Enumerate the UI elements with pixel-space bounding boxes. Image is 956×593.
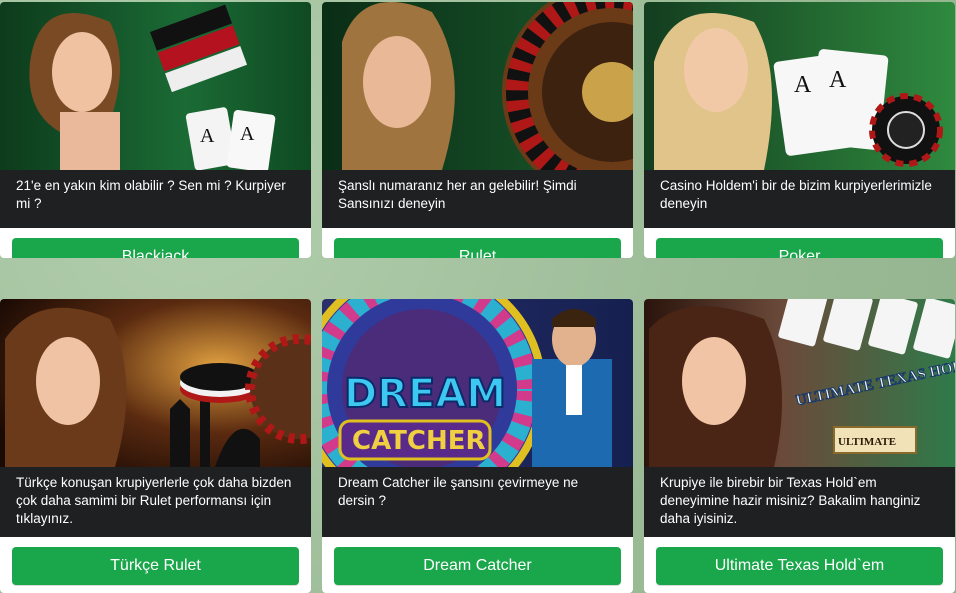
dream-catcher-description: Dream Catcher ile şansını çevirmeye ne d… (322, 467, 633, 537)
rulet-button[interactable]: Rulet (334, 238, 621, 258)
dream-logo-text: DREAM (344, 371, 506, 417)
blackjack-description: 21'e en yakın kim olabilir ? Sen mi ? Ku… (0, 170, 311, 228)
turkce-rulet-button[interactable]: Türkçe Rulet (12, 547, 299, 585)
dream-catcher-image[interactable]: DREAM CATCHER (322, 299, 633, 467)
blackjack-dealer-image[interactable]: A A (0, 2, 311, 170)
ultimate-texas-holdem-button[interactable]: Ultimate Texas Hold`em (656, 547, 943, 585)
turkce-rulet-dealer-image[interactable] (0, 299, 311, 467)
turkce-rulet-description: Türkçe konuşan krupiyerlerle çok daha bi… (0, 467, 311, 537)
rulet-description: Şanslı numaranız her an gelebilir! Şimdi… (322, 170, 633, 228)
svg-text:A: A (794, 72, 812, 98)
poker-description: Casino Holdem'i bir de bizim kurpiyerler… (644, 170, 955, 228)
svg-text:A: A (200, 125, 215, 147)
dream-catcher-button[interactable]: Dream Catcher (334, 547, 621, 585)
game-card-rulet: Şanslı numaranız her an gelebilir! Şimdi… (322, 2, 633, 258)
game-card-blackjack: A A 21'e en yakın kim olabilir ? Sen mi … (0, 2, 311, 258)
blackjack-button[interactable]: Blackjack (12, 238, 299, 258)
svg-text:A: A (829, 67, 847, 93)
poker-dealer-image[interactable]: A A (644, 2, 955, 170)
game-card-dream-catcher: DREAM CATCHER Dream Catcher ile şansını … (322, 299, 633, 593)
svg-text:A: A (240, 123, 255, 145)
game-card-ultimate-texas-holdem: ULTIMATE TEXAS HOLD'EM ULTIMATE Krupiye … (644, 299, 955, 593)
game-card-turkce-rulet: Türkçe konuşan krupiyerlerle çok daha bi… (0, 299, 311, 593)
ultimate-logo-text: ULTIMATE (838, 436, 896, 448)
rulet-dealer-image[interactable] (322, 2, 633, 170)
catcher-logo-text: CATCHER (352, 426, 486, 456)
ultimate-texas-holdem-description: Krupiye ile birebir bir Texas Hold`em de… (644, 467, 955, 537)
game-card-poker: A A Casino Holdem'i bir de bizim kurpiye… (644, 2, 955, 258)
ultimate-texas-holdem-dealer-image[interactable]: ULTIMATE TEXAS HOLD'EM ULTIMATE (644, 299, 955, 467)
poker-button[interactable]: Poker (656, 238, 943, 258)
